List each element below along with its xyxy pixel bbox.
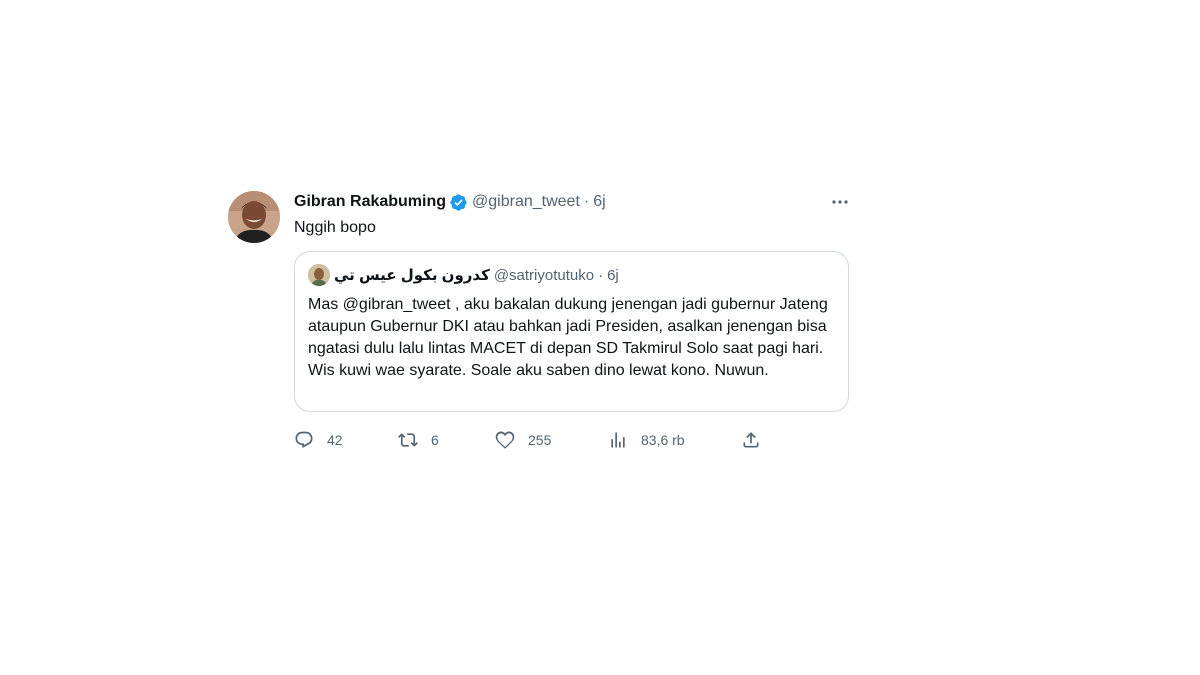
share-button[interactable]: [741, 428, 761, 452]
share-icon: [743, 432, 759, 448]
tweet-header: Gibran Rakabuming @gibran_tweet · 6j: [294, 188, 852, 216]
like-button[interactable]: 255: [495, 428, 551, 452]
tweet-actions: 42 6 255 83,6 rb: [294, 428, 764, 452]
separator-dot: ·: [583, 193, 590, 210]
author-avatar[interactable]: [228, 191, 280, 243]
like-count: 255: [528, 432, 552, 448]
heart-icon: [495, 431, 515, 449]
views-button[interactable]: 83,6 rb: [608, 428, 685, 452]
retweet-button[interactable]: 6: [398, 428, 439, 452]
quoted-tweet-header: كدرون بكول عيس تي @satriyotutuko · 6j: [308, 264, 619, 286]
tweet-text: Nggih bopo: [294, 219, 376, 236]
verified-badge-icon: [450, 193, 467, 211]
quoted-tweet-text: Mas @gibran_tweet , aku bakalan dukung j…: [308, 296, 828, 379]
reply-bubble-icon: [295, 431, 313, 448]
quoted-separator-dot: ·: [598, 266, 604, 284]
quoted-author-handle: @satriyotutuko: [493, 266, 595, 284]
quoted-tweet-time: 6j: [607, 266, 619, 284]
more-dots-icon[interactable]: [830, 192, 850, 212]
tweet-body: Gibran Rakabuming @gibran_tweet · 6j Ngg…: [294, 188, 852, 412]
reply-count: 42: [327, 432, 343, 448]
author-handle[interactable]: @gibran_tweet: [472, 193, 580, 211]
tweet-time[interactable]: 6j: [593, 193, 605, 211]
quoted-tweet[interactable]: كدرون بكول عيس تي @satriyotutuko · 6j Ma…: [294, 251, 849, 412]
views-count: 83,6 rb: [641, 432, 685, 448]
reply-button[interactable]: 42: [294, 428, 343, 452]
retweet-count: 6: [431, 432, 439, 448]
retweet-icon: [398, 433, 418, 447]
author-name[interactable]: Gibran Rakabuming: [294, 193, 446, 211]
views-chart-icon: [611, 432, 625, 448]
quoted-author-avatar: [308, 264, 330, 286]
quoted-author-name: كدرون بكول عيس تي: [334, 267, 490, 284]
